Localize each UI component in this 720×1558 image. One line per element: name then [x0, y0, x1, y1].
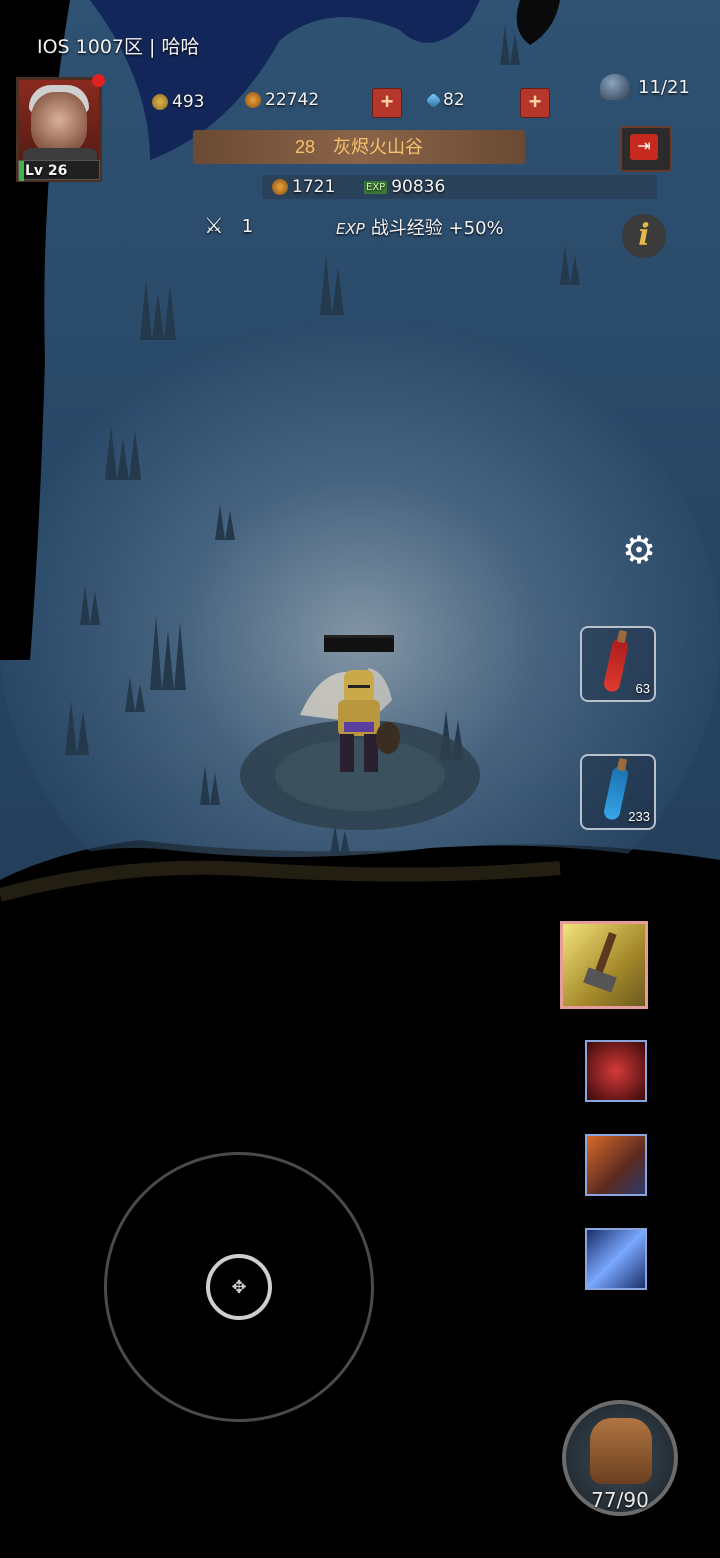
game-screen: IOS 1007区 | 哈哈 Lv 26 493 22742 + 82 + 11…	[0, 0, 720, 1558]
exp-bonus: EXP 战斗经验 +50%	[336, 214, 504, 240]
loot-gold-value: 1721	[292, 177, 336, 197]
gems-counter: 82	[425, 87, 465, 113]
skill-blood-rage-button[interactable]	[585, 1040, 647, 1102]
exp-bonus-icon: EXP	[336, 220, 365, 238]
server-label: IOS 1007区 | 哈哈	[37, 36, 200, 58]
gems-value: 82	[443, 90, 465, 110]
gem-icon	[425, 92, 442, 108]
skill-weapon-throw-button[interactable]	[585, 1134, 647, 1196]
gold-value: 22742	[265, 90, 320, 110]
loot-gold: 1721	[272, 174, 335, 200]
add-gold-button[interactable]: +	[372, 88, 402, 118]
health-potion-count: 63	[635, 681, 650, 696]
blue-potion-icon	[602, 764, 630, 822]
loot-exp: EXP 90836	[364, 174, 445, 200]
backpack-icon	[590, 1418, 652, 1484]
red-potion-icon	[602, 636, 630, 694]
notification-dot	[92, 74, 105, 87]
zone-number: 28	[294, 137, 316, 157]
exit-icon: ⇥	[630, 134, 658, 160]
gold-coin-icon	[245, 92, 261, 108]
exit-button[interactable]: ⇥	[620, 126, 672, 172]
mana-potion-count: 233	[628, 809, 650, 824]
gold-counter: 22742	[245, 87, 319, 113]
star-icon	[152, 94, 168, 110]
settings-gear-icon[interactable]: ⚙	[622, 532, 656, 570]
helmet-icon	[600, 74, 630, 100]
joystick-move-icon[interactable]: ✥	[206, 1254, 272, 1320]
skill-slash-button[interactable]	[585, 1228, 647, 1290]
loot-exp-value: 90836	[391, 177, 446, 197]
exp-bonus-text: 战斗经验 +50%	[370, 218, 504, 239]
stars-counter: 493	[152, 89, 204, 115]
add-gems-button[interactable]: +	[520, 88, 550, 118]
stamina-value: 11/21	[638, 76, 690, 98]
hammer-icon	[583, 932, 617, 993]
player-level: Lv 26	[18, 160, 100, 181]
stars-value: 493	[172, 92, 205, 112]
mana-potion-slot[interactable]: 233	[580, 754, 656, 830]
zone-name: 灰烬火山谷	[333, 137, 424, 157]
zone-banner: 28 灰烬火山谷	[193, 130, 525, 164]
avatar-face	[31, 92, 87, 154]
inventory-capacity: 77/90	[591, 1488, 649, 1512]
wave-value: 1	[241, 216, 254, 237]
gold-coin-icon	[272, 179, 288, 195]
swords-icon: ⚔	[204, 214, 224, 239]
exp-icon: EXP	[364, 180, 388, 194]
stamina-counter: 11/21	[600, 74, 690, 100]
info-button[interactable]: i	[622, 214, 666, 258]
skill-hammer-strike-button[interactable]	[560, 921, 648, 1009]
hero-health-bar	[324, 635, 394, 652]
health-potion-slot[interactable]: 63	[580, 626, 656, 702]
wave-counter: ⚔ 1	[204, 214, 253, 239]
